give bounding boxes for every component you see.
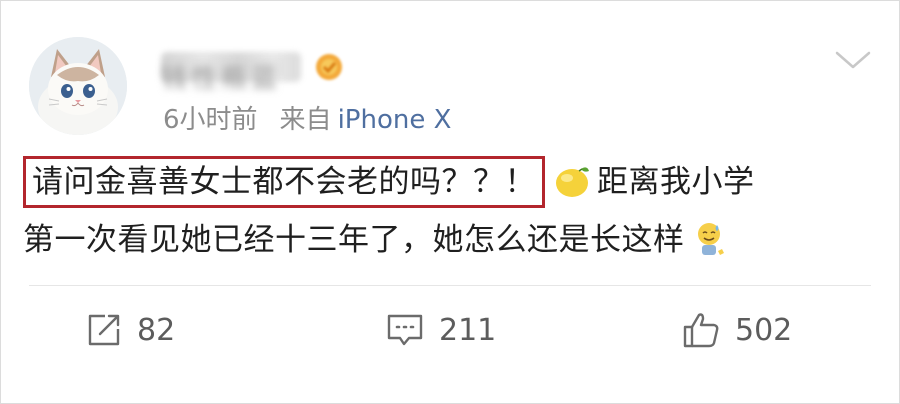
cat-avatar-image xyxy=(29,37,127,135)
source-device-link[interactable]: iPhone X xyxy=(338,105,452,135)
comment-count: 211 xyxy=(439,312,497,348)
post-text-continued: 距离我小学 xyxy=(597,164,755,200)
repost-count: 82 xyxy=(137,312,176,348)
username-blurred: 钱性瓶蓝 xyxy=(161,52,301,94)
like-button[interactable]: 502 xyxy=(681,305,792,355)
repost-button[interactable]: 82 xyxy=(85,305,175,355)
highlighted-text: 请问金喜善女士都不会老的吗？？！ xyxy=(23,156,545,208)
like-count: 502 xyxy=(735,312,793,348)
divider xyxy=(29,285,871,286)
username[interactable]: 钱性瓶蓝 xyxy=(161,47,345,94)
source-label: 来自 xyxy=(279,105,332,135)
post-text: 请问金喜善女士都不会老的吗？？！ 距离我小学 第一次看见她已经十三年了，她怎么还… xyxy=(23,153,863,269)
avatar[interactable] xyxy=(29,37,127,135)
post-meta: 6小时前 来自 iPhone X xyxy=(163,99,451,136)
action-bar: 82 211 502 xyxy=(1,305,899,355)
comment-button[interactable]: 211 xyxy=(385,305,496,355)
chevron-down-icon[interactable] xyxy=(833,45,873,75)
lemon-emoji-icon xyxy=(556,166,589,197)
post-text-line2: 第一次看见她已经十三年了，她怎么还是长这样 xyxy=(23,222,685,258)
username-text: 钱性瓶蓝 xyxy=(161,64,282,94)
comment-icon xyxy=(387,314,423,346)
sweat-smile-emoji-icon xyxy=(697,222,724,255)
repost-icon xyxy=(88,314,120,346)
verified-badge-icon xyxy=(316,54,342,80)
thumbs-up-icon xyxy=(683,313,719,348)
post-time: 6小时前 xyxy=(163,105,258,135)
weibo-post-card: 钱性瓶蓝 6小时前 来自 iPhone X 请问金喜善女士都不会老的吗？？！ 距离我… xyxy=(0,0,900,404)
